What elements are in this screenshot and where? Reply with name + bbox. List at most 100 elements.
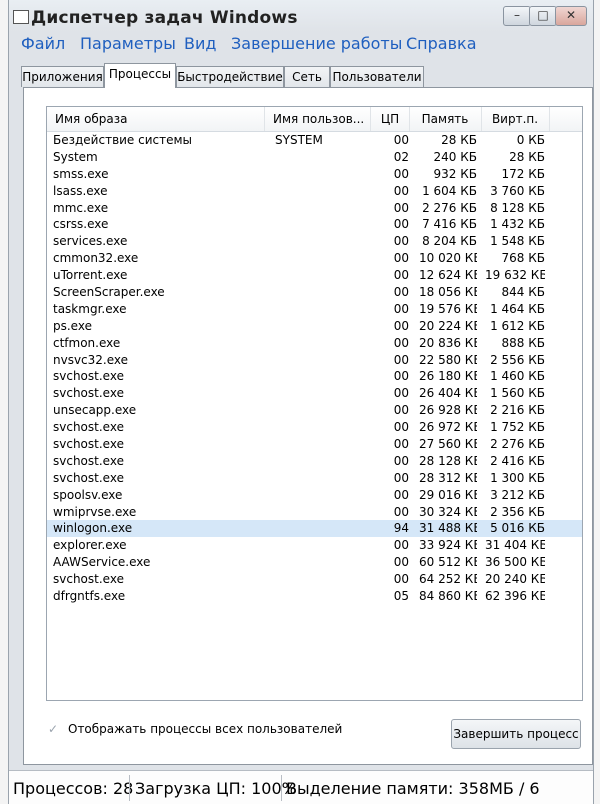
process-name: lsass.exe xyxy=(53,183,108,198)
process-row[interactable]: winlogon.exe 94 31 488 КБ 5 016 КБ xyxy=(47,520,582,538)
process-cpu: 00 xyxy=(393,318,409,333)
menu-shutdown[interactable]: Завершение работы xyxy=(231,34,402,53)
tab-users[interactable]: Пользователи xyxy=(330,66,424,87)
process-user xyxy=(275,352,375,369)
process-name: svchost.exe xyxy=(53,572,124,587)
process-row[interactable]: unsecapp.exe 00 26 928 КБ 2 216 КБ xyxy=(47,402,582,419)
process-name: unsecapp.exe xyxy=(53,403,137,418)
process-virtual-memory: 0 КБ xyxy=(516,133,545,147)
process-user xyxy=(275,453,375,470)
process-cpu: 00 xyxy=(393,217,409,232)
process-row[interactable]: svchost.exe 00 64 252 КБ 20 240 КБ xyxy=(47,571,582,588)
process-virtual-memory: 3 760 КБ xyxy=(490,183,545,198)
tab-processes[interactable]: Процессы xyxy=(104,63,176,88)
status-process-count: Процессов: 28 xyxy=(13,779,134,798)
tab-networking[interactable]: Сеть xyxy=(284,66,330,87)
title-bar: Диспетчер задач Windows – □ ✕ xyxy=(9,0,593,32)
process-virtual-memory: 1 752 КБ xyxy=(490,420,545,435)
process-row[interactable]: svchost.exe 00 26 180 КБ 1 460 КБ xyxy=(47,368,582,385)
process-row[interactable]: AAWService.exe 00 60 512 КБ 36 500 КБ xyxy=(47,554,582,571)
column-memory[interactable]: Память xyxy=(409,107,482,131)
process-row[interactable]: csrss.exe 00 7 416 КБ 1 432 КБ xyxy=(47,216,582,233)
process-virtual-memory: 172 КБ xyxy=(501,166,545,181)
process-name: svchost.exe xyxy=(53,369,124,384)
menu-options[interactable]: Параметры xyxy=(80,34,176,53)
process-user xyxy=(275,183,375,200)
process-row[interactable]: lsass.exe 00 1 604 КБ 3 760 КБ xyxy=(47,183,582,200)
process-user xyxy=(275,368,375,385)
process-memory: 240 КБ xyxy=(433,149,477,164)
column-user-name[interactable]: Имя пользов... xyxy=(265,107,371,131)
process-name: explorer.exe xyxy=(53,538,127,553)
process-name: spoolsv.exe xyxy=(53,487,123,502)
process-user xyxy=(275,200,375,217)
process-row[interactable]: svchost.exe 00 26 972 КБ 1 752 КБ xyxy=(47,419,582,436)
process-row[interactable]: taskmgr.exe 00 19 576 КБ 1 464 КБ xyxy=(47,301,582,318)
process-memory: 26 972 КБ xyxy=(419,420,477,435)
column-cpu[interactable]: ЦП xyxy=(371,107,410,131)
checkbox-icon[interactable]: ✓ xyxy=(48,723,60,735)
process-memory: 84 860 КБ xyxy=(419,589,477,604)
process-name: nvsvc32.exe xyxy=(53,352,129,367)
process-row[interactable]: uTorrent.exe 00 12 624 КБ 19 632 КБ xyxy=(47,267,582,284)
process-rows: Бездействие системы SYSTEM 00 28 КБ 0 КБ Syst… xyxy=(47,132,582,605)
process-user xyxy=(275,250,375,267)
tab-performance[interactable]: Быстродействие xyxy=(176,66,284,87)
minimize-button[interactable]: – xyxy=(503,6,531,26)
process-row[interactable]: svchost.exe 00 28 128 КБ 2 416 КБ xyxy=(47,453,582,470)
process-memory: 10 020 КБ xyxy=(419,251,477,266)
close-button[interactable]: ✕ xyxy=(555,6,587,26)
process-row[interactable]: dfrgntfs.exe 05 84 860 КБ 62 396 КБ xyxy=(47,588,582,605)
process-user xyxy=(275,520,375,537)
process-cpu: 94 xyxy=(393,521,409,536)
process-user xyxy=(275,149,375,166)
menu-help[interactable]: Справка xyxy=(406,34,477,53)
process-name: csrss.exe xyxy=(53,217,109,232)
process-cpu: 00 xyxy=(393,301,409,316)
column-image-name[interactable]: Имя образа xyxy=(47,107,265,131)
process-row[interactable]: nvsvc32.exe 00 22 580 КБ 2 556 КБ xyxy=(47,352,582,369)
process-row[interactable]: explorer.exe 00 33 924 КБ 31 404 КБ xyxy=(47,537,582,554)
process-virtual-memory: 8 128 КБ xyxy=(490,200,545,215)
process-memory: 19 576 КБ xyxy=(419,301,477,316)
process-name: svchost.exe xyxy=(53,470,124,485)
process-memory: 26 180 КБ xyxy=(419,369,477,384)
process-row[interactable]: svchost.exe 00 27 560 КБ 2 276 КБ xyxy=(47,436,582,453)
process-list[interactable]: Имя образа Имя пользов... ЦП Память Вирт… xyxy=(46,106,583,701)
process-memory: 18 056 КБ xyxy=(419,285,477,300)
process-row[interactable]: svchost.exe 00 28 312 КБ 1 300 КБ xyxy=(47,470,582,487)
maximize-button[interactable]: □ xyxy=(529,6,557,26)
process-virtual-memory: 31 404 КБ xyxy=(485,538,545,553)
process-virtual-memory: 2 556 КБ xyxy=(490,352,545,367)
process-row[interactable]: spoolsv.exe 00 29 016 КБ 3 212 КБ xyxy=(47,487,582,504)
column-virtual-memory[interactable]: Вирт.п. xyxy=(481,107,550,131)
status-divider xyxy=(281,775,282,801)
tab-applications[interactable]: Приложения xyxy=(21,66,104,87)
process-row[interactable]: ScreenScraper.exe 00 18 056 КБ 844 КБ xyxy=(47,284,582,301)
process-row[interactable]: wmiprvse.exe 00 30 324 КБ 2 356 КБ xyxy=(47,504,582,521)
process-name: ScreenScraper.exe xyxy=(53,285,165,300)
menu-view[interactable]: Вид xyxy=(184,34,216,53)
process-row[interactable]: ctfmon.exe 00 20 836 КБ 888 КБ xyxy=(47,335,582,352)
process-cpu: 00 xyxy=(393,437,409,452)
process-virtual-memory: 3 212 КБ xyxy=(490,487,545,502)
process-cpu: 00 xyxy=(393,555,409,570)
process-cpu: 00 xyxy=(393,420,409,435)
process-virtual-memory: 1 460 КБ xyxy=(490,369,545,384)
process-cpu: 02 xyxy=(393,149,409,164)
end-process-button[interactable]: Завершить процесс xyxy=(451,719,581,749)
process-virtual-memory: 1 612 КБ xyxy=(490,318,545,333)
process-virtual-memory: 888 КБ xyxy=(501,335,545,350)
menu-file[interactable]: Файл xyxy=(21,34,65,53)
process-user xyxy=(275,284,375,301)
process-row[interactable]: services.exe 00 8 204 КБ 1 548 КБ xyxy=(47,233,582,250)
process-row[interactable]: smss.exe 00 932 КБ 172 КБ xyxy=(47,166,582,183)
process-row[interactable]: mmc.exe 00 2 276 КБ 8 128 КБ xyxy=(47,200,582,217)
process-row[interactable]: cmmon32.exe 00 10 020 КБ 768 КБ xyxy=(47,250,582,267)
process-memory: 28 128 КБ xyxy=(419,453,477,468)
process-row[interactable]: ps.exe 00 20 224 КБ 1 612 КБ xyxy=(47,318,582,335)
process-name: svchost.exe xyxy=(53,420,124,435)
process-row[interactable]: System 02 240 КБ 28 КБ xyxy=(47,149,582,166)
process-row[interactable]: Бездействие системы SYSTEM 00 28 КБ 0 КБ xyxy=(47,132,582,149)
process-row[interactable]: svchost.exe 00 26 404 КБ 1 560 КБ xyxy=(47,385,582,402)
